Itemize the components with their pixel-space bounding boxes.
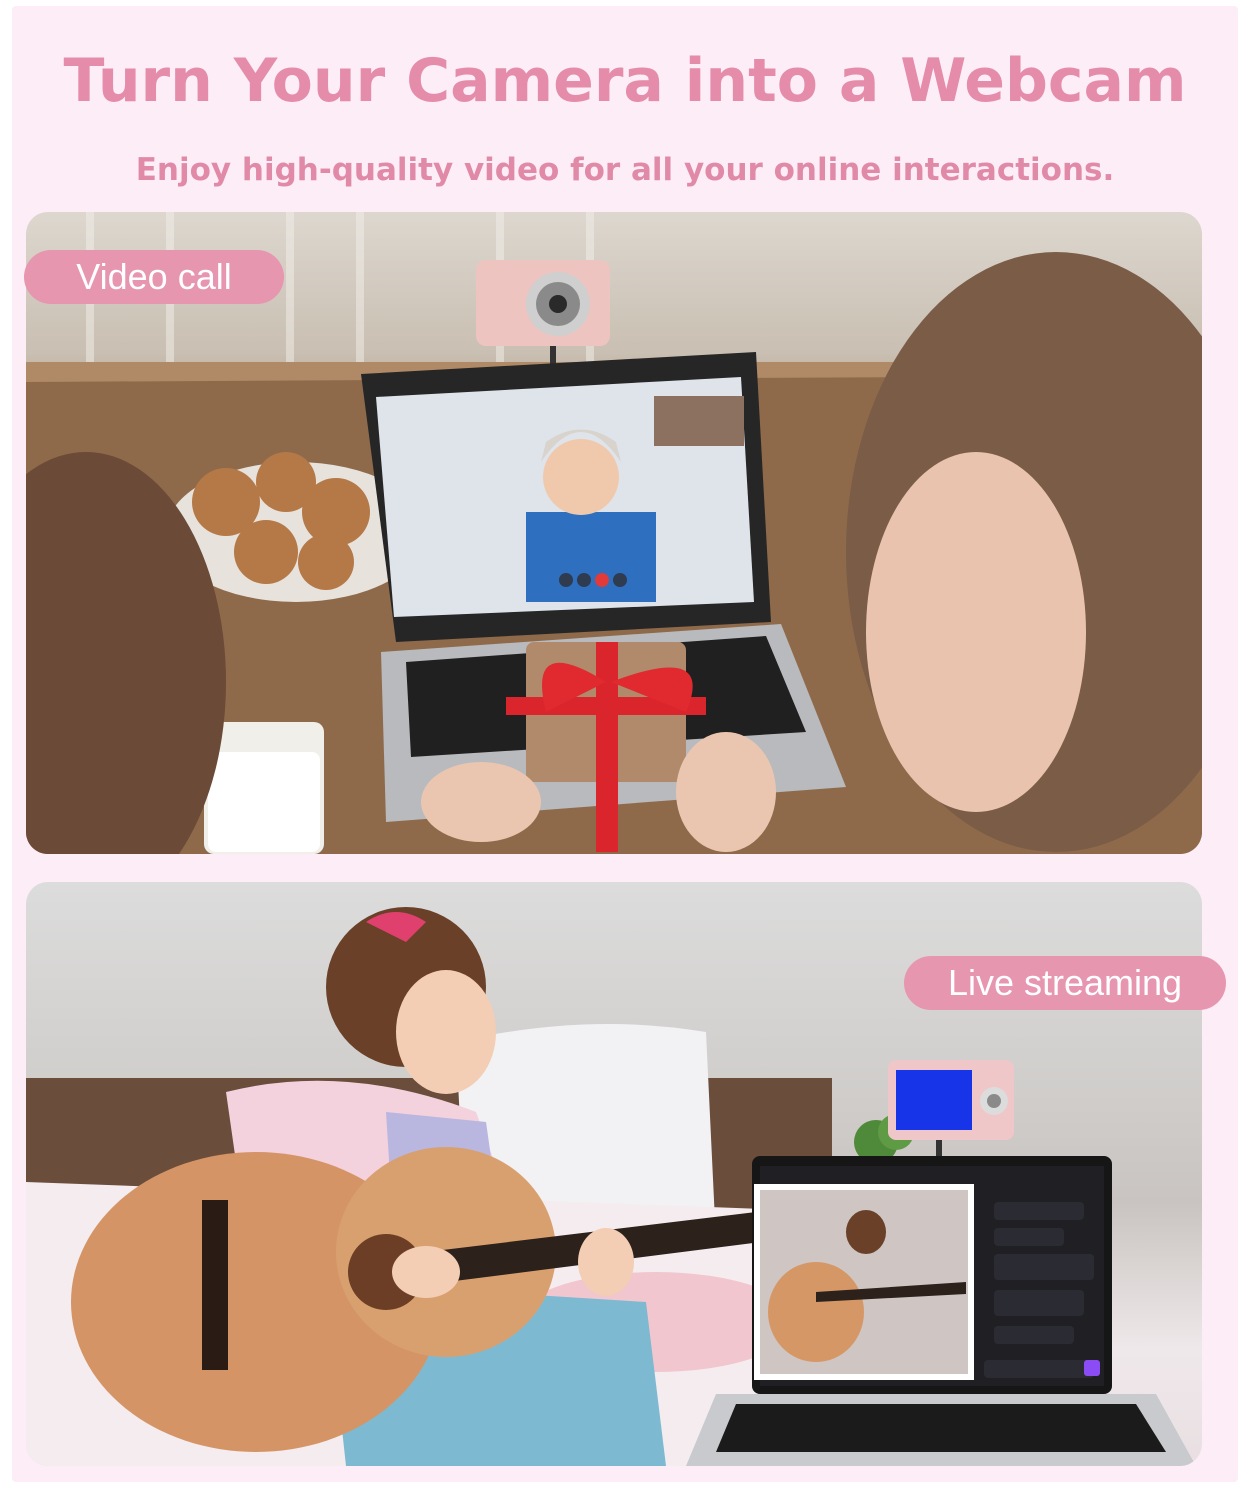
page-subtitle: Enjoy high-quality video for all your on… <box>135 152 1115 188</box>
live-streaming-badge: Live streaming <box>904 956 1226 1010</box>
video-call-photo <box>26 212 1202 854</box>
video-call-badge: Video call <box>24 250 284 304</box>
page-title: Turn Your Camera into a Webcam <box>63 46 1187 116</box>
